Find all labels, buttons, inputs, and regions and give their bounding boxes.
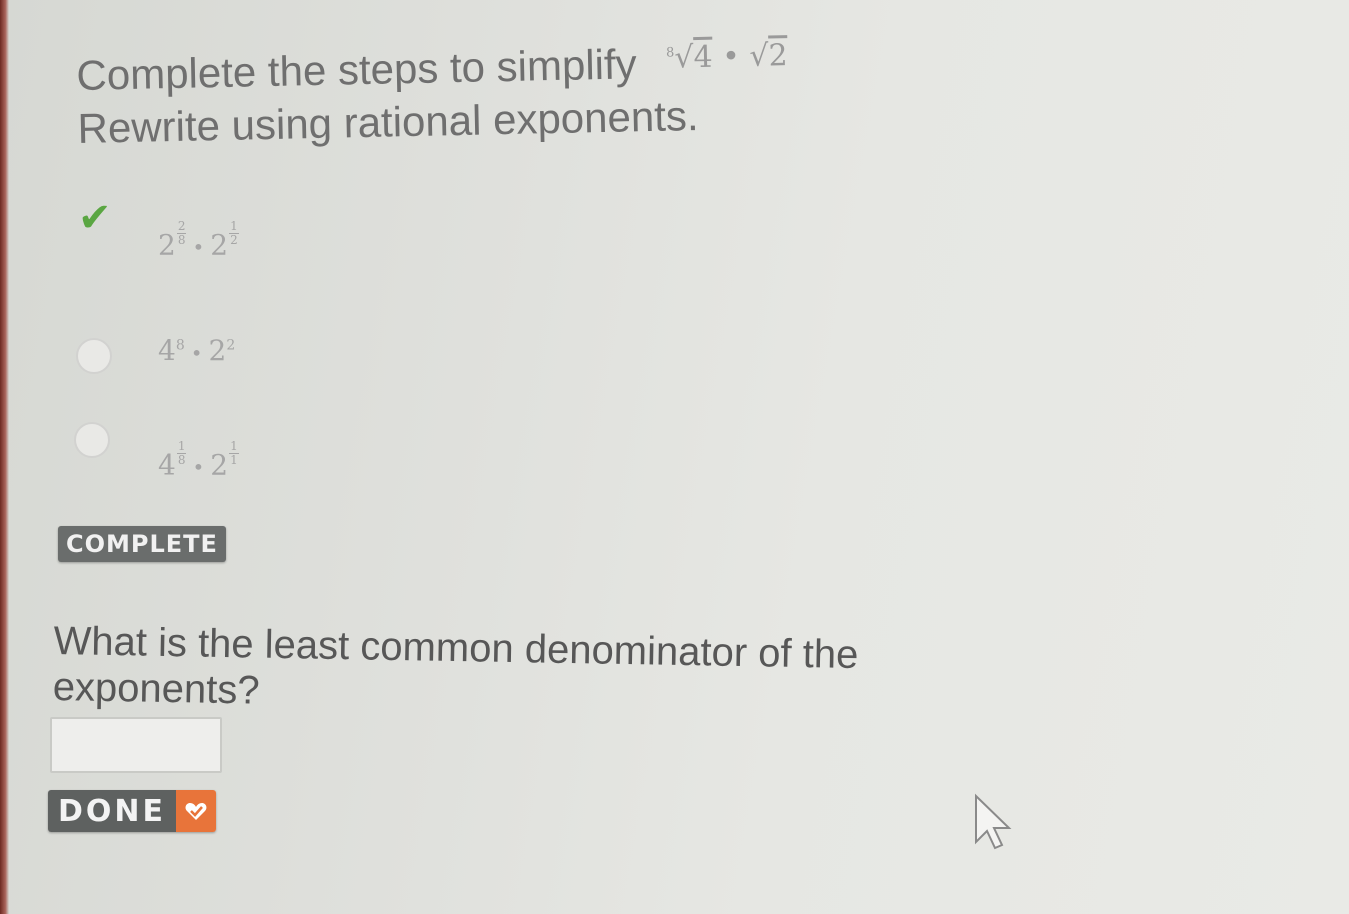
numerator: 1	[176, 439, 187, 454]
denominator: 8	[177, 233, 186, 247]
base: 2	[210, 448, 229, 482]
multiply-operator: •	[190, 340, 203, 365]
option-2[interactable]: 48 • 22	[70, 330, 330, 410]
exponent-fraction: 12	[229, 220, 239, 247]
option-2-expression: 48 • 22	[158, 334, 235, 367]
option-3-expression: 4 1 8 • 2 1 1	[158, 440, 239, 481]
exponent-fraction: 11	[229, 440, 239, 467]
monitor-edge	[0, 0, 9, 914]
question-text: What is the least common denominator of …	[52, 618, 859, 713]
done-button-label: DONE	[48, 790, 177, 832]
option-1-expression: 2 2 8 • 2 1 2	[158, 220, 239, 261]
option-1[interactable]: ✔ 2 2 8 • 2 1 2	[70, 190, 330, 270]
mouse-cursor-icon	[975, 793, 1012, 850]
multiply-operator: •	[721, 39, 741, 75]
status-badge: COMPLETE	[58, 526, 226, 562]
answer-input[interactable]	[50, 717, 222, 773]
multiply-operator: •	[192, 234, 205, 259]
exponent-fraction: 28	[176, 219, 187, 247]
done-button[interactable]: DONE	[48, 790, 217, 832]
numerator: 1	[229, 439, 239, 454]
denominator: 1	[230, 453, 238, 467]
radicand-1: 4	[693, 39, 714, 76]
exponent: 8	[175, 337, 185, 354]
exponent: 2	[226, 337, 236, 354]
radio-button[interactable]	[74, 422, 110, 458]
exponent-fraction: 18	[176, 439, 187, 467]
denominator: 2	[230, 233, 238, 247]
checkmark-icon	[176, 790, 217, 832]
numerator: 2	[176, 219, 187, 234]
radicand-2: 2	[768, 38, 789, 74]
base: 4	[158, 448, 176, 482]
radio-button[interactable]	[76, 338, 112, 374]
option-3[interactable]: 4 1 8 • 2 1 1	[70, 418, 330, 498]
denominator: 8	[177, 453, 186, 467]
radical-index: 8	[665, 45, 675, 61]
radical-expression: 8√4 • √2	[665, 38, 789, 76]
base: 2	[208, 334, 227, 367]
multiply-operator: •	[192, 454, 205, 479]
base: 2	[158, 228, 176, 262]
base: 4	[158, 334, 176, 367]
base: 2	[210, 228, 229, 262]
numerator: 1	[229, 219, 239, 234]
prompt: Complete the steps to simplify 8√4 • √2 …	[76, 37, 789, 153]
checkmark-icon: ✔	[78, 196, 112, 240]
